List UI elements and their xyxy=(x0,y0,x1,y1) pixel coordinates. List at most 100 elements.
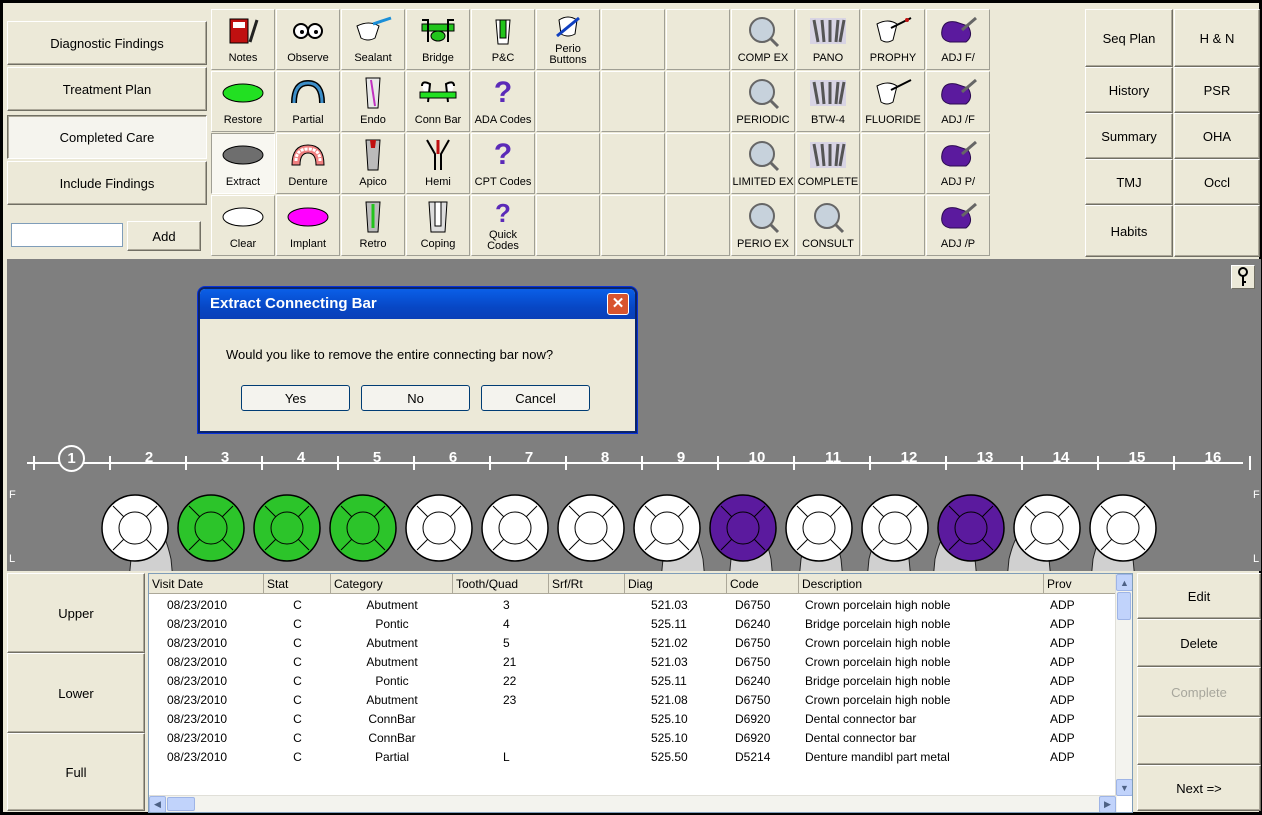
full-arch-button[interactable]: Full xyxy=(7,733,145,811)
complete-xray-tool[interactable]: COMPLETE xyxy=(796,133,860,194)
occlusal-tooth[interactable] xyxy=(176,493,246,563)
upper-arch-button[interactable]: Upper xyxy=(7,573,145,653)
psr-button[interactable]: PSR xyxy=(1174,67,1260,113)
column-header[interactable]: Stat xyxy=(264,574,331,594)
occlusal-tooth[interactable] xyxy=(480,493,550,563)
add-button[interactable]: Add xyxy=(127,221,201,251)
column-header[interactable]: Prov xyxy=(1044,574,1117,594)
ada-codes-tool[interactable]: ? ADA Codes xyxy=(471,71,535,132)
adj-f2-tool[interactable]: ADJ /F xyxy=(926,71,990,132)
tooth-number[interactable]: 6 xyxy=(438,449,468,466)
quick-codes-tool[interactable]: ? Quick Codes xyxy=(471,195,535,256)
conn-bar-tool[interactable]: Conn Bar xyxy=(406,71,470,132)
scroll-right-icon[interactable]: ▶ xyxy=(1099,796,1116,812)
tooth-number[interactable]: 11 xyxy=(818,449,848,466)
complete-button[interactable]: Complete xyxy=(1137,667,1261,717)
hn-button[interactable]: H & N xyxy=(1174,9,1260,67)
vertical-scroll-thumb[interactable] xyxy=(1117,592,1131,620)
observe-tool[interactable]: Observe xyxy=(276,9,340,70)
tooth-number[interactable]: 10 xyxy=(742,449,772,466)
comp-ex-tool[interactable]: COMP EX xyxy=(731,9,795,70)
key-icon[interactable] xyxy=(1231,265,1255,289)
occlusal-tooth[interactable] xyxy=(784,493,854,563)
tooth-number[interactable]: 14 xyxy=(1046,449,1076,466)
edit-button[interactable]: Edit xyxy=(1137,573,1261,619)
occlusal-tooth[interactable] xyxy=(936,493,1006,563)
coping-tool[interactable]: Coping xyxy=(406,195,470,256)
diagnostic-findings-tab[interactable]: Diagnostic Findings xyxy=(7,21,207,65)
tooth-number[interactable]: 5 xyxy=(362,449,392,466)
summary-button[interactable]: Summary xyxy=(1085,113,1173,159)
scroll-left-icon[interactable]: ◀ xyxy=(149,796,166,812)
occlusal-tooth[interactable] xyxy=(708,493,778,563)
post-core-tool[interactable]: P&C xyxy=(471,9,535,70)
occlusal-tooth[interactable] xyxy=(632,493,702,563)
tooth-number[interactable]: 3 xyxy=(210,449,240,466)
pano-tool[interactable]: PANO xyxy=(796,9,860,70)
oha-button[interactable]: OHA xyxy=(1174,113,1260,159)
denture-tool[interactable]: Denture xyxy=(276,133,340,194)
table-row[interactable]: 08/23/2010 C Abutment 23 521.08 D6750 Crown po… xyxy=(149,691,1109,710)
table-row[interactable]: 08/23/2010 C Abutment 21 521.03 D6750 Crown po… xyxy=(149,653,1109,672)
habits-button[interactable]: Habits xyxy=(1085,205,1173,257)
column-header[interactable]: Visit Date xyxy=(149,574,264,594)
tooth-number[interactable]: 9 xyxy=(666,449,696,466)
fluoride-tool[interactable]: FLUORIDE xyxy=(861,71,925,132)
adj-p-tool[interactable]: ADJ P/ xyxy=(926,133,990,194)
cpt-codes-tool[interactable]: ? CPT Codes xyxy=(471,133,535,194)
periodic-tool[interactable]: PERIODIC xyxy=(731,71,795,132)
occlusal-tooth[interactable] xyxy=(1012,493,1082,563)
tooth-number[interactable]: 12 xyxy=(894,449,924,466)
extract-tool[interactable]: Extract xyxy=(211,133,275,194)
column-header[interactable]: Srf/Rt xyxy=(549,574,625,594)
column-header[interactable]: Description xyxy=(799,574,1044,594)
tmj-button[interactable]: TMJ xyxy=(1085,159,1173,205)
sealant-tool[interactable]: Sealant xyxy=(341,9,405,70)
tooth-number[interactable]: 16 xyxy=(1198,449,1228,466)
perio-buttons-tool[interactable]: Perio Buttons xyxy=(536,9,600,70)
retro-tool[interactable]: Retro xyxy=(341,195,405,256)
adj-f-tool[interactable]: ADJ F/ xyxy=(926,9,990,70)
scroll-down-icon[interactable]: ▼ xyxy=(1116,779,1132,796)
endo-tool[interactable]: Endo xyxy=(341,71,405,132)
treatment-plan-tab[interactable]: Treatment Plan xyxy=(7,67,207,111)
tooth-number[interactable]: 1 xyxy=(58,445,85,472)
table-row[interactable]: 08/23/2010 C ConnBar 525.10 D6920 Dental conn… xyxy=(149,710,1109,729)
seq-plan-button[interactable]: Seq Plan xyxy=(1085,9,1173,67)
no-button[interactable]: No xyxy=(361,385,470,411)
table-row[interactable]: 08/23/2010 C Partial L 525.50 D5214 Denture ma… xyxy=(149,748,1109,767)
lower-arch-button[interactable]: Lower xyxy=(7,653,145,733)
tooth-number[interactable]: 4 xyxy=(286,449,316,466)
occlusal-tooth[interactable] xyxy=(556,493,626,563)
consult-tool[interactable]: CONSULT xyxy=(796,195,860,256)
partial-tool[interactable]: Partial xyxy=(276,71,340,132)
tooth-number[interactable]: 8 xyxy=(590,449,620,466)
column-header[interactable]: Code xyxy=(727,574,799,594)
close-icon[interactable]: ✕ xyxy=(607,293,629,315)
hemi-tool[interactable]: Hemi xyxy=(406,133,470,194)
delete-button[interactable]: Delete xyxy=(1137,619,1261,667)
procedure-table[interactable]: Visit Date Stat Category Tooth/Quad Srf/Rt Di… xyxy=(148,573,1133,813)
completed-care-tab[interactable]: Completed Care xyxy=(7,115,207,159)
column-header[interactable]: Diag xyxy=(625,574,727,594)
apico-tool[interactable]: Apico xyxy=(341,133,405,194)
limited-ex-tool[interactable]: LIMITED EX xyxy=(731,133,795,194)
yes-button[interactable]: Yes xyxy=(241,385,350,411)
column-header[interactable]: Category xyxy=(331,574,453,594)
occlusal-tooth[interactable] xyxy=(860,493,930,563)
next-button[interactable]: Next => xyxy=(1137,765,1261,811)
restore-tool[interactable]: Restore xyxy=(211,71,275,132)
prophy-tool[interactable]: PROPHY xyxy=(861,9,925,70)
cancel-button[interactable]: Cancel xyxy=(481,385,590,411)
table-row[interactable]: 08/23/2010 C Abutment 5 521.02 D6750 Crown por… xyxy=(149,634,1109,653)
column-header[interactable]: Tooth/Quad xyxy=(453,574,549,594)
scroll-up-icon[interactable]: ▲ xyxy=(1116,574,1132,591)
btw4-tool[interactable]: BTW-4 xyxy=(796,71,860,132)
horizontal-scroll-thumb[interactable] xyxy=(167,797,195,811)
table-row[interactable]: 08/23/2010 C Pontic 22 525.11 D6240 Bridge por… xyxy=(149,672,1109,691)
vertical-scrollbar[interactable]: ▲ ▼ xyxy=(1115,574,1132,796)
tooth-number[interactable]: 7 xyxy=(514,449,544,466)
table-row[interactable]: 08/23/2010 C Pontic 4 525.11 D6240 Bridge porc… xyxy=(149,615,1109,634)
occlusal-tooth[interactable] xyxy=(328,493,398,563)
bridge-tool[interactable]: Bridge xyxy=(406,9,470,70)
